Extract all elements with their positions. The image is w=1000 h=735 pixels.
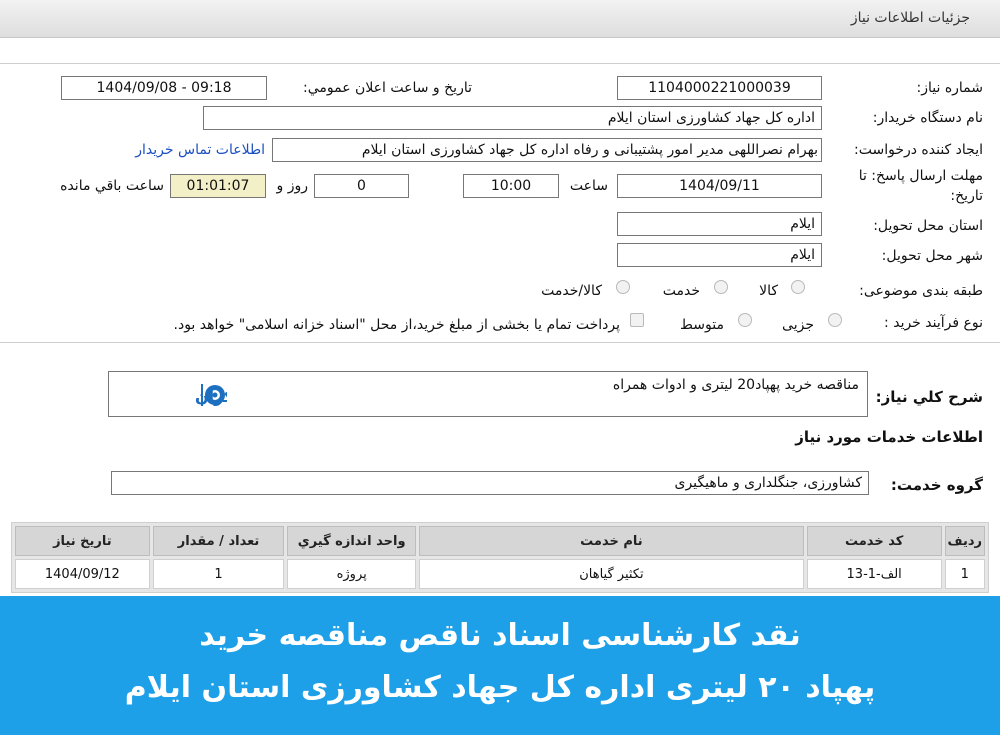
category-label: طبقه بندی موضوعی: — [859, 283, 983, 299]
process-medium-radio[interactable] — [738, 313, 752, 327]
cell-row: 1 — [944, 559, 985, 589]
days-field: 0 — [314, 174, 409, 198]
category-service-label: خدمت — [662, 283, 700, 299]
nigah-logo: نگاه بیکران — [195, 384, 227, 406]
remaining-label: ساعت باقي مانده — [60, 178, 164, 194]
deadline-time-field: 10:00 — [463, 174, 559, 198]
process-minor-radio[interactable] — [828, 313, 842, 327]
treasury-payment-checkbox[interactable] — [630, 313, 644, 327]
col-qty-header: تعداد / مقدار — [152, 526, 285, 556]
creator-field: بهرام نصراللهی مدیر امور پشتیبانی و رفاه… — [272, 138, 822, 162]
service-group-field: کشاورزی، جنگلداری و ماهیگیری — [111, 471, 869, 495]
deadline-label: مهلت ارسال پاسخ: تا — [858, 168, 983, 184]
page-header: جزئیات اطلاعات نیاز — [0, 0, 1000, 38]
col-code-header: کد خدمت — [806, 526, 942, 556]
table-header-row: رديف کد خدمت نام خدمت واحد اندازه گيري ت… — [15, 526, 985, 556]
announce-date-label: تاریخ و ساعت اعلان عمومي: — [303, 80, 472, 96]
need-number-field: 1104000221000039 — [617, 76, 822, 100]
col-row-header: رديف — [944, 526, 985, 556]
description-label: شرح کلي نياز: — [875, 388, 983, 406]
cell-name: تکثیر گیاهان — [418, 559, 804, 589]
description-text: مناقصه خرید پهپاد20 لیتری و ادوات همراه — [612, 377, 859, 393]
services-table: رديف کد خدمت نام خدمت واحد اندازه گيري ت… — [11, 522, 989, 593]
remaining-time-field: 01:01:07 — [170, 174, 266, 198]
description-field: مناقصه خرید پهپاد20 لیتری و ادوات همراه … — [108, 371, 868, 417]
province-field: ایلام — [617, 212, 822, 236]
buyer-field: اداره کل جهاد کشاورزی استان ایلام — [203, 106, 822, 130]
category-both-radio[interactable] — [616, 280, 630, 294]
promo-banner: نقد کارشناسی اسناد ناقص مناقصه خرید پهپا… — [0, 596, 1000, 735]
city-field: ایلام — [617, 243, 822, 267]
deadline-time-label: ساعت — [569, 178, 608, 194]
deadline-date-field: 1404/09/11 — [617, 174, 822, 198]
announce-date-field: 1404/09/08 - 09:18 — [61, 76, 267, 100]
banner-line-2: پهپاد ۲۰ لیتری اداره کل جهاد کشاورزی است… — [124, 670, 876, 705]
buyer-contact-link[interactable]: اطلاعات تماس خریدار — [135, 142, 265, 158]
creator-label: ایجاد کننده درخواست: — [854, 142, 983, 158]
cell-code: الف-1-13 — [806, 559, 942, 589]
category-both-label: کالا/خدمت — [541, 283, 602, 299]
need-number-label: شماره نیاز: — [916, 80, 984, 96]
deadline-label-date: تاریخ: — [950, 188, 983, 204]
category-goods-label: کالا — [759, 283, 778, 299]
col-name-header: نام خدمت — [418, 526, 804, 556]
buyer-label: نام دستگاه خريدار: — [872, 110, 983, 126]
need-details-panel — [0, 63, 1000, 343]
services-title: اطلاعات خدمات مورد نیاز — [795, 428, 983, 446]
service-group-label: گروه خدمت: — [890, 476, 983, 494]
cell-qty: 1 — [152, 559, 285, 589]
banner-line-1: نقد کارشناسی اسناد ناقص مناقصه خرید — [199, 618, 801, 653]
treasury-payment-text: پرداخت تمام یا بخشی از مبلغ خرید،از محل … — [173, 317, 620, 333]
table-row: 1 الف-1-13 تکثیر گیاهان پروژه 1 1404/09/… — [15, 559, 985, 589]
page-title: جزئیات اطلاعات نیاز — [850, 10, 970, 26]
category-service-radio[interactable] — [714, 280, 728, 294]
process-label: نوع فرآیند خرید : — [884, 315, 983, 331]
col-date-header: تاريخ نياز — [15, 526, 150, 556]
logo-text: نگاه بیکران — [195, 387, 227, 406]
city-label: شهر محل تحویل: — [881, 248, 983, 264]
process-minor-label: جزیی — [782, 317, 814, 333]
province-label: استان محل تحویل: — [873, 218, 983, 234]
days-label: روز و — [276, 178, 309, 194]
cell-date: 1404/09/12 — [15, 559, 150, 589]
process-medium-label: متوسط — [680, 317, 724, 333]
category-goods-radio[interactable] — [791, 280, 805, 294]
col-unit-header: واحد اندازه گيري — [287, 526, 416, 556]
cell-unit: پروژه — [287, 559, 416, 589]
